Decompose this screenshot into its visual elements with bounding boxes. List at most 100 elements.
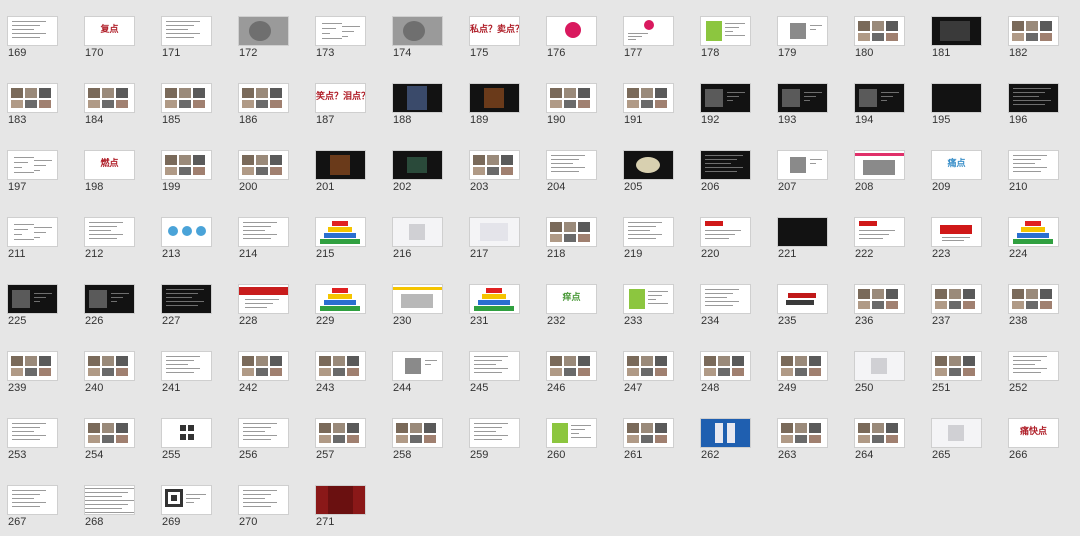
slide-thumbnail-260[interactable]: 260 <box>539 402 616 461</box>
slide-preview[interactable] <box>85 419 134 447</box>
slide-preview[interactable] <box>8 352 57 380</box>
slide-preview[interactable] <box>8 151 57 179</box>
slide-preview[interactable] <box>162 486 211 514</box>
slide-thumbnail-238[interactable]: 238 <box>1001 268 1078 327</box>
slide-preview[interactable] <box>85 84 134 112</box>
slide-preview[interactable] <box>393 151 442 179</box>
slide-thumbnail-185[interactable]: 185 <box>154 67 231 126</box>
slide-thumbnail-248[interactable]: 248 <box>693 335 770 394</box>
slide-thumbnail-235[interactable]: 235 <box>770 268 847 327</box>
slide-thumbnail-247[interactable]: 247 <box>616 335 693 394</box>
slide-preview[interactable] <box>239 352 288 380</box>
slide-preview[interactable] <box>547 17 596 45</box>
slide-preview[interactable] <box>239 218 288 246</box>
slide-preview[interactable] <box>701 419 750 447</box>
slide-preview[interactable] <box>932 84 981 112</box>
slide-preview[interactable] <box>393 285 442 313</box>
slide-thumbnail-178[interactable]: 178 <box>693 0 770 59</box>
slide-thumbnail-237[interactable]: 237 <box>924 268 1001 327</box>
slide-preview[interactable] <box>470 419 519 447</box>
slide-thumbnail-216[interactable]: 216 <box>385 201 462 260</box>
slide-preview[interactable] <box>547 151 596 179</box>
slide-preview[interactable] <box>932 352 981 380</box>
slide-preview[interactable] <box>855 17 904 45</box>
slide-preview[interactable] <box>1009 285 1058 313</box>
slide-thumbnail-251[interactable]: 251 <box>924 335 1001 394</box>
slide-preview[interactable] <box>778 285 827 313</box>
slide-thumbnail-224[interactable]: 224 <box>1001 201 1078 260</box>
slide-preview[interactable] <box>8 17 57 45</box>
slide-thumbnail-259[interactable]: 259 <box>462 402 539 461</box>
slide-preview[interactable] <box>8 486 57 514</box>
slide-thumbnail-226[interactable]: 226 <box>77 268 154 327</box>
slide-preview[interactable] <box>778 218 827 246</box>
slide-preview[interactable] <box>162 419 211 447</box>
slide-thumbnail-195[interactable]: 195 <box>924 67 1001 126</box>
slide-preview[interactable] <box>855 419 904 447</box>
slide-thumbnail-250[interactable]: 250 <box>847 335 924 394</box>
slide-thumbnail-220[interactable]: 220 <box>693 201 770 260</box>
slide-thumbnail-267[interactable]: 267 <box>0 469 77 528</box>
slide-thumbnail-197[interactable]: 197 <box>0 134 77 193</box>
slide-thumbnail-257[interactable]: 257 <box>308 402 385 461</box>
slide-thumbnail-171[interactable]: 171 <box>154 0 231 59</box>
slide-preview[interactable] <box>855 352 904 380</box>
slide-thumbnail-240[interactable]: 240 <box>77 335 154 394</box>
slide-thumbnail-179[interactable]: 179 <box>770 0 847 59</box>
slide-thumbnail-176[interactable]: 176 <box>539 0 616 59</box>
slide-preview[interactable] <box>470 151 519 179</box>
slide-preview[interactable] <box>932 285 981 313</box>
slide-thumbnail-208[interactable]: 208 <box>847 134 924 193</box>
slide-thumbnail-189[interactable]: 189 <box>462 67 539 126</box>
slide-preview[interactable] <box>162 352 211 380</box>
slide-preview[interactable]: 痛点 <box>932 151 981 179</box>
slide-preview[interactable]: 私点？卖点？ <box>470 17 519 45</box>
slide-thumbnail-245[interactable]: 245 <box>462 335 539 394</box>
slide-preview[interactable] <box>8 285 57 313</box>
slide-preview[interactable] <box>855 151 904 179</box>
slide-preview[interactable] <box>932 17 981 45</box>
slide-thumbnail-209[interactable]: 痛点 209 <box>924 134 1001 193</box>
slide-preview[interactable] <box>701 285 750 313</box>
slide-thumbnail-184[interactable]: 184 <box>77 67 154 126</box>
slide-preview[interactable] <box>239 17 288 45</box>
slide-thumbnail-236[interactable]: 236 <box>847 268 924 327</box>
slide-thumbnail-191[interactable]: 191 <box>616 67 693 126</box>
slide-thumbnail-169[interactable]: 169 <box>0 0 77 59</box>
slide-thumbnail-212[interactable]: 212 <box>77 201 154 260</box>
slide-thumbnail-223[interactable]: 223 <box>924 201 1001 260</box>
slide-thumbnail-239[interactable]: 239 <box>0 335 77 394</box>
slide-thumbnail-182[interactable]: 182 <box>1001 0 1078 59</box>
slide-thumbnail-229[interactable]: 229 <box>308 268 385 327</box>
slide-preview[interactable] <box>701 151 750 179</box>
slide-preview[interactable] <box>1009 218 1058 246</box>
slide-preview[interactable] <box>162 151 211 179</box>
slide-thumbnail-253[interactable]: 253 <box>0 402 77 461</box>
slide-preview[interactable] <box>316 285 365 313</box>
slide-preview[interactable] <box>85 218 134 246</box>
slide-thumbnail-233[interactable]: 233 <box>616 268 693 327</box>
slide-thumbnail-206[interactable]: 206 <box>693 134 770 193</box>
slide-preview[interactable] <box>239 84 288 112</box>
slide-thumbnail-241[interactable]: 241 <box>154 335 231 394</box>
slide-preview[interactable]: 痒点 <box>547 285 596 313</box>
slide-thumbnail-271[interactable]: 271 <box>308 469 385 528</box>
slide-preview[interactable] <box>778 419 827 447</box>
slide-thumbnail-205[interactable]: 205 <box>616 134 693 193</box>
slide-preview[interactable] <box>932 419 981 447</box>
slide-thumbnail-210[interactable]: 210 <box>1001 134 1078 193</box>
slide-thumbnail-211[interactable]: 211 <box>0 201 77 260</box>
slide-thumbnail-234[interactable]: 234 <box>693 268 770 327</box>
slide-preview[interactable] <box>547 84 596 112</box>
slide-preview[interactable] <box>393 17 442 45</box>
slide-preview[interactable] <box>393 218 442 246</box>
slide-preview[interactable] <box>85 486 134 514</box>
slide-preview[interactable] <box>855 84 904 112</box>
slide-preview[interactable] <box>239 486 288 514</box>
slide-thumbnail-255[interactable]: 255 <box>154 402 231 461</box>
slide-preview[interactable] <box>932 218 981 246</box>
slide-thumbnail-188[interactable]: 188 <box>385 67 462 126</box>
slide-preview[interactable] <box>778 151 827 179</box>
slide-thumbnail-193[interactable]: 193 <box>770 67 847 126</box>
slide-thumbnail-183[interactable]: 183 <box>0 67 77 126</box>
